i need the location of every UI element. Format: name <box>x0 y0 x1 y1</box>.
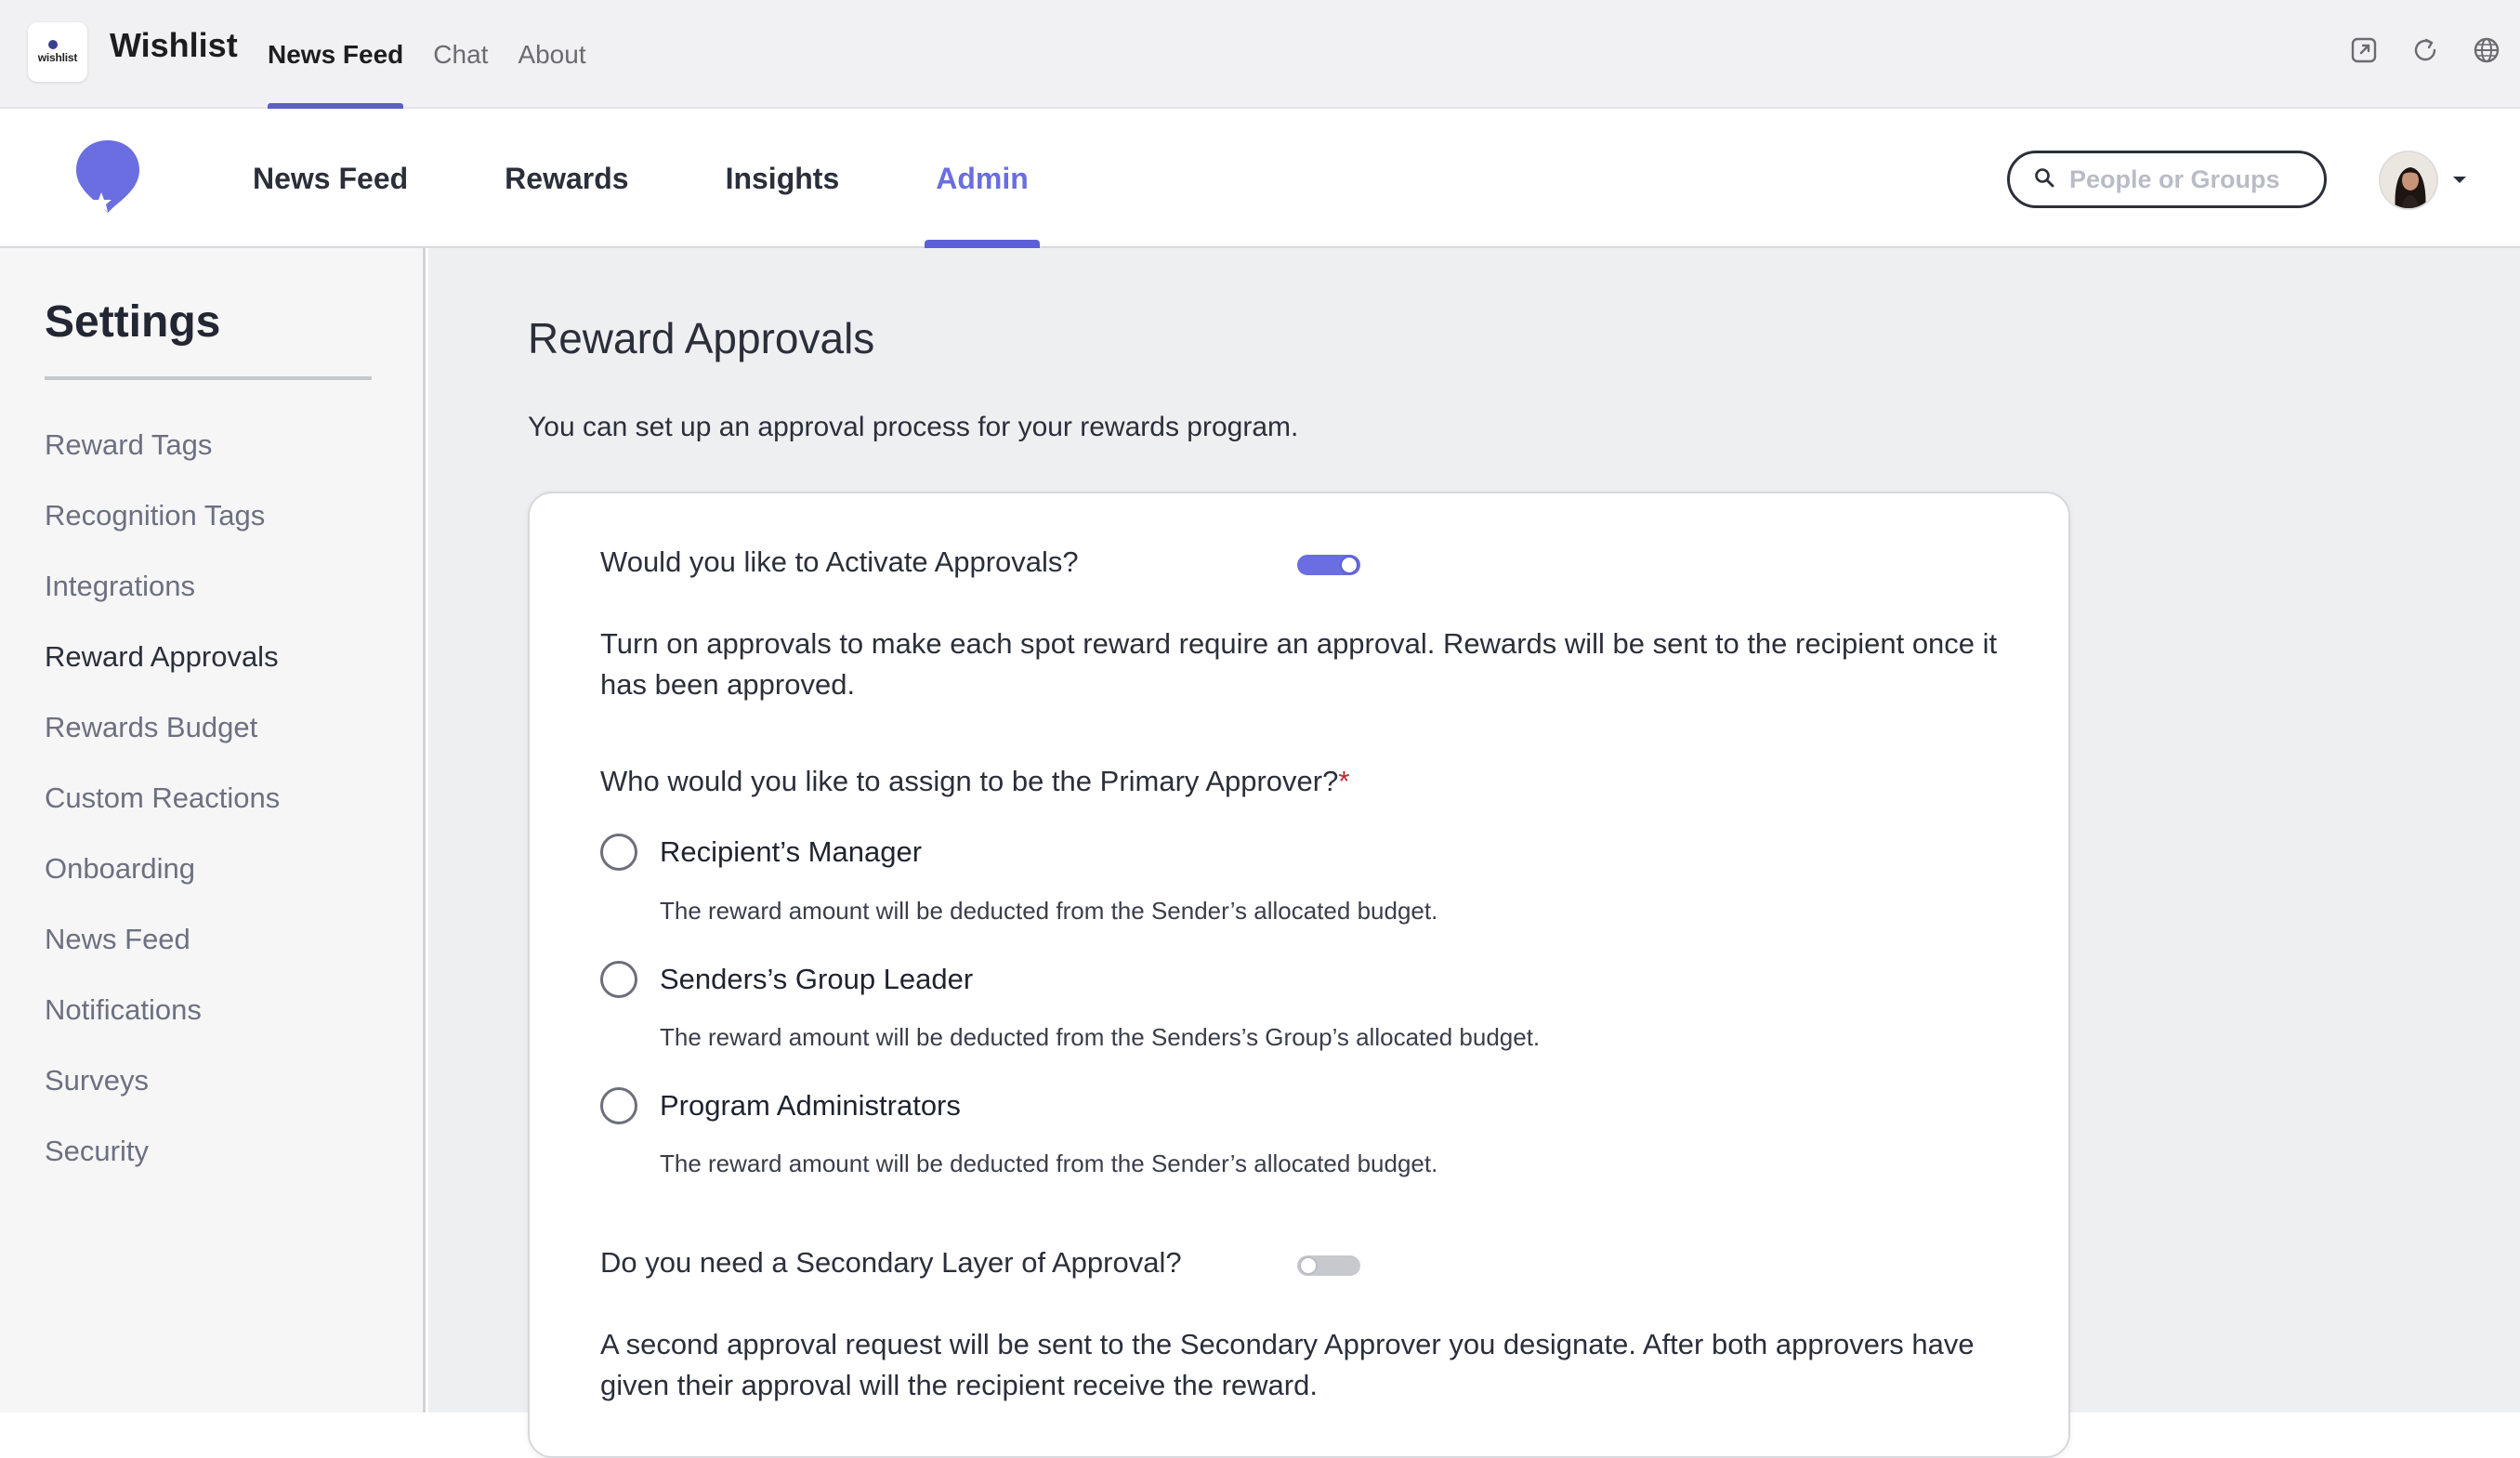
sidebar-item-onboarding[interactable]: Onboarding <box>45 834 280 904</box>
radio-button[interactable] <box>600 961 637 998</box>
activate-approvals-toggle[interactable] <box>1297 555 1360 575</box>
host-actions <box>2347 33 2503 67</box>
main-nav: News Feed Rewards Insights Admin <box>253 109 1125 248</box>
popout-icon[interactable] <box>2347 33 2381 67</box>
app-header: News Feed Rewards Insights Admin <box>0 109 2520 248</box>
secondary-approval-question: Do you need a Secondary Layer of Approva… <box>600 1246 1182 1279</box>
radio-option-recipients-manager[interactable]: Recipient’s Manager <box>600 834 922 871</box>
wishlist-balloon-logo[interactable] <box>71 137 145 220</box>
refresh-icon[interactable] <box>2408 33 2442 67</box>
user-avatar[interactable] <box>2379 151 2438 210</box>
nav-news-feed[interactable]: News Feed <box>253 109 408 248</box>
wishlist-app-logo: wishlist <box>28 22 87 82</box>
sidebar-item-recognition-tags[interactable]: Recognition Tags <box>45 480 280 551</box>
radio-label: Program Administrators <box>660 1089 961 1122</box>
chevron-down-icon[interactable] <box>2449 171 2470 188</box>
radio-label: Senders’s Group Leader <box>660 963 974 995</box>
app-name: Wishlist <box>110 26 238 64</box>
radio-help-senders-group-leader: The reward amount will be deducted from … <box>660 1023 1541 1051</box>
sidebar-item-reward-tags[interactable]: Reward Tags <box>45 410 280 480</box>
host-tab-chat[interactable]: Chat <box>433 0 488 109</box>
sidebar-item-integrations[interactable]: Integrations <box>45 551 280 622</box>
page-subtitle: You can set up an approval process for y… <box>528 412 1299 442</box>
sidebar-item-surveys[interactable]: Surveys <box>45 1045 280 1116</box>
required-marker: * <box>1338 765 1350 797</box>
toggle-knob <box>1299 1256 1318 1275</box>
secondary-approval-toggle[interactable] <box>1297 1255 1360 1276</box>
sidebar-item-notifications[interactable]: Notifications <box>45 975 280 1045</box>
radio-button[interactable] <box>600 834 637 871</box>
activate-approvals-description: Turn on approvals to make each spot rewa… <box>600 627 1998 701</box>
sidebar-item-security[interactable]: Security <box>45 1116 280 1187</box>
nav-admin[interactable]: Admin <box>925 109 1040 248</box>
radio-help-program-administrators: The reward amount will be deducted from … <box>660 1149 1438 1177</box>
radio-option-senders-group-leader[interactable]: Senders’s Group Leader <box>600 961 973 998</box>
sidebar-divider <box>45 376 372 380</box>
nav-rewards[interactable]: Rewards <box>505 109 628 248</box>
sidebar-item-news-feed[interactable]: News Feed <box>45 904 280 975</box>
logo-dot <box>48 40 58 49</box>
nav-insights[interactable]: Insights <box>726 109 840 248</box>
primary-approver-question: Who would you like to assign to be the P… <box>600 765 1339 797</box>
search-icon <box>2034 167 2054 192</box>
sidebar-item-reward-approvals[interactable]: Reward Approvals <box>45 622 280 692</box>
globe-icon[interactable] <box>2470 33 2503 67</box>
secondary-approval-description: A second approval request will be sent t… <box>600 1328 1975 1401</box>
sidebar-title: Settings <box>45 297 221 347</box>
sidebar-menu: Reward Tags Recognition Tags Integration… <box>45 410 280 1187</box>
host-top-bar: wishlist Wishlist News Feed Chat About <box>0 0 2520 109</box>
radio-button[interactable] <box>600 1087 637 1124</box>
radio-option-program-administrators[interactable]: Program Administrators <box>600 1087 961 1124</box>
activate-approvals-row: Would you like to Activate Approvals? <box>600 545 1079 579</box>
settings-sidebar: Settings Reward Tags Recognition Tags In… <box>0 248 426 1412</box>
approvals-card: Would you like to Activate Approvals? Tu… <box>528 492 2070 1458</box>
page-title: Reward Approvals <box>528 314 875 362</box>
primary-approver-row: Who would you like to assign to be the P… <box>600 765 1349 798</box>
search-box[interactable] <box>2007 151 2327 208</box>
radio-help-recipients-manager: The reward amount will be deducted from … <box>660 897 1438 925</box>
sidebar-item-custom-reactions[interactable]: Custom Reactions <box>45 763 280 834</box>
main-content: Reward Approvals You can set up an appro… <box>428 248 2520 1458</box>
host-tabs: News Feed Chat About <box>268 0 616 109</box>
sidebar-item-rewards-budget[interactable]: Rewards Budget <box>45 692 280 763</box>
toggle-knob <box>1340 556 1358 574</box>
logo-word: wishlist <box>37 51 78 64</box>
search-input[interactable] <box>2067 164 2309 195</box>
host-tab-about[interactable]: About <box>518 0 585 109</box>
radio-label: Recipient’s Manager <box>660 835 923 868</box>
secondary-approval-row: Do you need a Secondary Layer of Approva… <box>600 1246 1182 1280</box>
activate-approvals-question: Would you like to Activate Approvals? <box>600 545 1079 578</box>
host-tab-news-feed[interactable]: News Feed <box>268 0 404 109</box>
